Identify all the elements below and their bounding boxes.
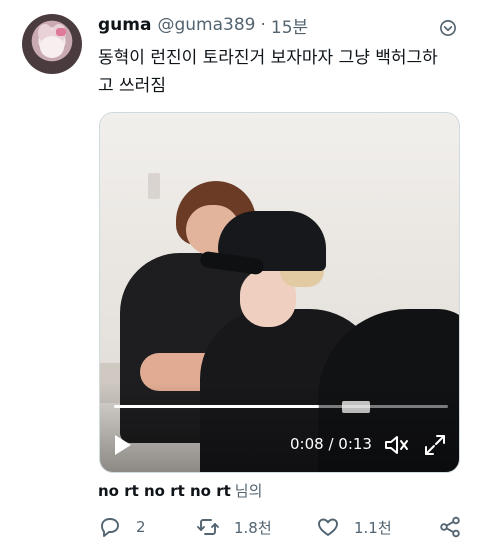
tweet-text: 동혁이 런진이 토라진거 보자마자 그냥 백허그하 고 쓰러짐 [98,44,468,100]
retweet-icon [197,519,219,535]
retweet-count: 1.8천 [234,518,272,537]
author-handle[interactable]: @guma389 [157,15,255,35]
avatar-face [40,36,64,58]
header-separator: · [260,15,266,35]
tweet-text-line-2: 고 쓰러짐 [98,76,166,96]
volume-icon[interactable] [383,432,409,458]
play-icon[interactable] [114,433,136,457]
tweet-actions: 2 1.8천 1.1천 [98,512,468,542]
video-time-readout: 0:08 / 0:13 [290,435,372,453]
tweet-time[interactable]: 15분 [271,13,308,38]
tweet-text-line-1: 동혁이 런진이 토라진거 보자마자 그냥 백허그하 [98,48,438,68]
viewer-suffix: 님의 [234,482,263,500]
viewer-label: no rt no rt no rt 님의 [98,480,262,501]
reply-count: 2 [136,518,146,536]
avatar[interactable] [22,14,82,74]
video-progress-fill [114,405,320,408]
tweet-header: guma @guma389 · 15분 [98,13,308,38]
video-player[interactable]: 0:08 / 0:13 [99,112,460,473]
fullscreen-icon[interactable] [422,432,448,458]
video-wall-switch [148,173,160,199]
reply-button[interactable]: 2 [98,512,146,542]
retweet-button[interactable]: 1.8천 [196,512,272,542]
reply-icon [101,518,119,537]
heart-icon [318,518,338,536]
share-icon [440,516,460,538]
video-progress-bar[interactable] [114,405,448,408]
more-dots-icon[interactable] [436,16,460,40]
viewer-name[interactable]: no rt no rt no rt [98,482,231,500]
like-button[interactable]: 1.1천 [316,512,392,542]
video-controls-shade [100,382,459,472]
like-count: 1.1천 [354,518,392,537]
share-button[interactable] [438,512,462,542]
author-name[interactable]: guma [98,15,151,35]
avatar-bow [56,28,66,36]
